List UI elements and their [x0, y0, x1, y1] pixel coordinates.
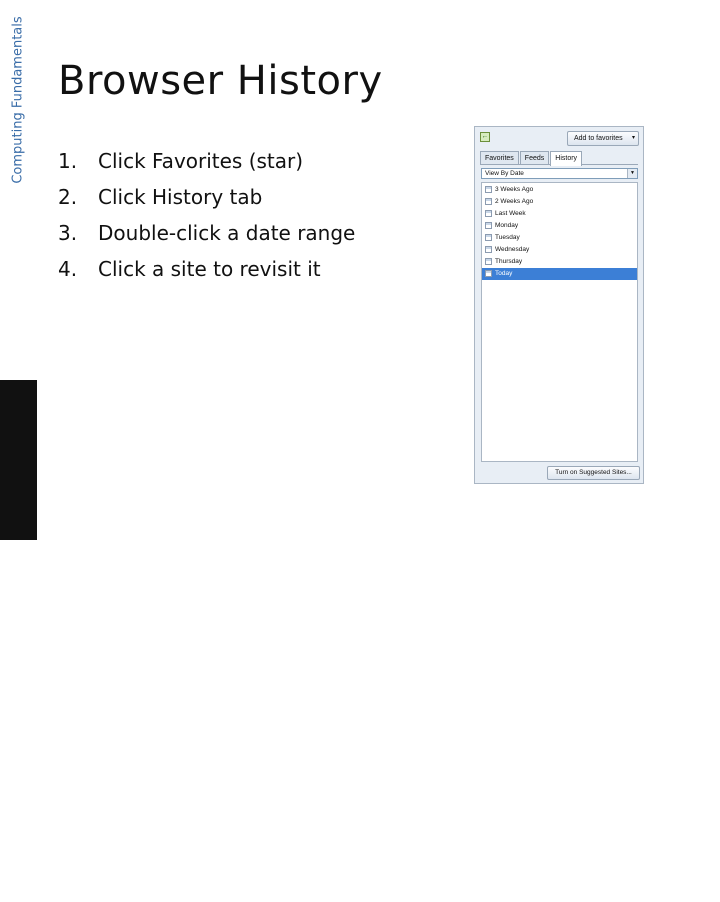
history-item-label: Thursday [495, 258, 523, 266]
calendar-icon [485, 185, 492, 193]
history-item[interactable]: Tuesday [482, 231, 637, 243]
calendar-icon [485, 197, 492, 205]
history-item-selected[interactable]: Today [482, 267, 637, 280]
step-item: 1. Click Favorites (star) [58, 146, 355, 182]
publisher-bar: W WILEY [0, 380, 37, 902]
add-to-favorites-label: Add to favorites [574, 135, 623, 142]
history-item-label: Last Week [495, 209, 526, 217]
panel-tabs: Favorites Feeds History [480, 151, 583, 166]
step-number: 1. [58, 149, 78, 173]
view-by-value: View By Date [485, 170, 524, 177]
history-item-label: Today [495, 270, 513, 278]
step-number: 2. [58, 185, 78, 209]
history-item[interactable]: Last Week [482, 207, 637, 219]
calendar-icon [485, 221, 492, 229]
step-number: 4. [58, 257, 78, 281]
history-item-label: Wednesday [495, 246, 530, 254]
history-item[interactable]: Thursday [482, 256, 637, 268]
history-item-label: Monday [495, 221, 519, 229]
step-text: Double-click a date range [98, 221, 356, 245]
history-item[interactable]: 2 Weeks Ago [482, 195, 637, 207]
step-text: Click History tab [98, 185, 263, 209]
pin-icon[interactable]: ← [480, 132, 490, 142]
step-text: Click a site to revisit it [98, 257, 321, 281]
calendar-icon [485, 270, 492, 278]
history-item[interactable]: Monday [482, 219, 637, 231]
step-number: 3. [58, 221, 78, 245]
wiley-logo: W WILEY [3, 778, 33, 902]
course-label: Computing Fundamentals [10, 16, 26, 184]
tab-favorites[interactable]: Favorites [480, 151, 519, 165]
side-label: Computing Fundamentals [0, 0, 36, 200]
wiley-mark-icon: W [7, 879, 29, 902]
step-item: 3. Double-click a date range [58, 218, 355, 254]
calendar-icon [485, 258, 492, 266]
tab-feeds[interactable]: Feeds [519, 151, 550, 165]
history-item-label: 3 Weeks Ago [495, 185, 534, 193]
wiley-wordmark: WILEY [3, 778, 33, 874]
slide-title: Browser History [58, 58, 383, 104]
chevron-down-icon: ▾ [631, 135, 635, 141]
history-item-label: Tuesday [495, 233, 520, 241]
tab-history[interactable]: History [550, 151, 583, 166]
step-text: Click Favorites (star) [98, 149, 304, 173]
step-item: 2. Click History tab [58, 182, 355, 218]
history-item-label: 2 Weeks Ago [495, 197, 534, 205]
history-item[interactable]: 3 Weeks Ago [482, 183, 637, 195]
view-by-select[interactable]: View By Date ▼ [481, 168, 638, 179]
calendar-icon [485, 246, 492, 254]
calendar-icon [485, 209, 492, 217]
chevron-down-icon: ▼ [627, 169, 637, 178]
suggested-sites-button[interactable]: Turn on Suggested Sites... [547, 466, 640, 480]
history-list: 3 Weeks Ago 2 Weeks Ago Last Week Monday… [481, 182, 638, 462]
steps-list: 1. Click Favorites (star) 2. Click History… [58, 146, 355, 290]
favorites-center-panel: ← Add to favorites ▾ Favorites Feeds His… [474, 126, 644, 484]
step-item: 4. Click a site to revisit it [58, 254, 355, 290]
history-item[interactable]: Wednesday [482, 243, 637, 255]
calendar-icon [485, 233, 492, 241]
add-to-favorites-button[interactable]: Add to favorites ▾ [567, 131, 639, 146]
